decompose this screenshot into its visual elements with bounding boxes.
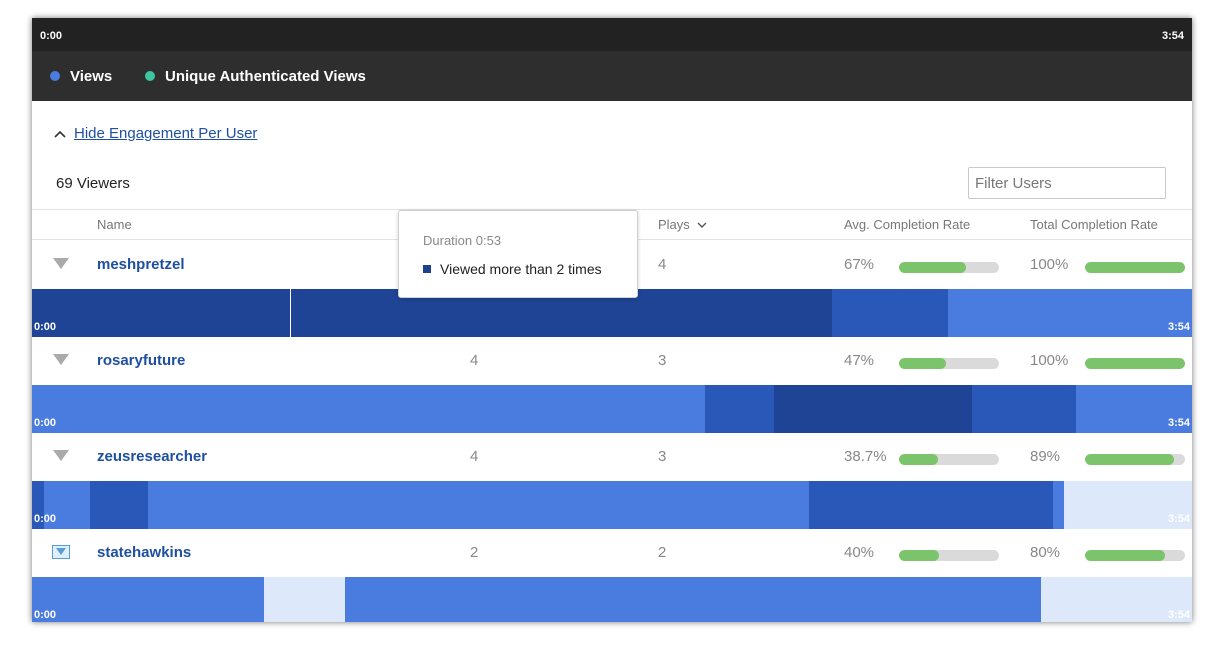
tooltip-legend: Viewed more than 2 times	[423, 261, 602, 277]
strip-start-time: 0:00	[34, 417, 57, 429]
total-completion-rate: 89%	[1030, 448, 1061, 465]
strip-start-time: 0:00	[34, 513, 57, 525]
heatmap-segment	[32, 385, 705, 433]
plays-count: 3	[658, 352, 667, 369]
user-name[interactable]: statehawkins	[97, 544, 191, 561]
strip-end-time: 3:54	[1167, 321, 1190, 333]
plays-count: 4	[658, 256, 667, 273]
total-completion-fill	[1085, 550, 1165, 561]
unique-views-dot-icon	[145, 71, 155, 81]
triangle-down-icon[interactable]	[52, 545, 70, 559]
total-completion-bar	[1085, 262, 1185, 273]
heatmap-segment	[948, 289, 1192, 337]
strip-end-time: 3:54	[1167, 513, 1190, 525]
views-dot-icon	[50, 71, 60, 81]
heatmap-segment	[809, 481, 1053, 529]
legend-item-views[interactable]: Views	[50, 51, 112, 101]
strip-end-time: 3:54	[1167, 417, 1190, 429]
square-swatch-icon	[423, 265, 431, 273]
avg-completion-fill	[899, 454, 938, 465]
user-name[interactable]: rosaryfuture	[97, 352, 185, 369]
user-name[interactable]: meshpretzel	[97, 256, 185, 273]
heatmap-segment	[345, 577, 1041, 622]
col-plays-label: Plays	[658, 217, 690, 232]
tooltip-legend-text: Viewed more than 2 times	[440, 261, 602, 277]
col-name[interactable]: Name	[97, 210, 132, 239]
table-row: statehawkins 2 2 40% 80%	[32, 529, 1192, 577]
avg-completion-fill	[899, 262, 966, 273]
legend-label: Views	[70, 67, 113, 85]
tooltip-duration: Duration 0:53	[423, 233, 502, 248]
total-completion-fill	[1085, 454, 1174, 465]
timeline-end: 3:54	[1161, 30, 1184, 42]
heatmap-segment	[1053, 481, 1064, 529]
video-analytics-panel: 0:00 3:54 Views Unique Authenticated Vie…	[32, 18, 1192, 622]
avg-completion-fill	[899, 550, 939, 561]
avg-completion-fill	[899, 358, 946, 369]
strip-start-time: 0:00	[34, 609, 57, 621]
triangle-down-icon[interactable]	[53, 258, 69, 269]
timeline-bar: 0:00 3:54	[32, 18, 1192, 51]
avg-completion-rate: 38.7%	[844, 448, 887, 465]
avg-completion-rate: 40%	[844, 544, 875, 561]
heatmap-segment	[264, 577, 345, 622]
views-count: 4	[470, 352, 479, 369]
views-count: 2	[470, 544, 479, 561]
total-completion-bar	[1085, 358, 1185, 369]
avg-completion-rate: 67%	[844, 256, 875, 273]
total-completion-rate: 80%	[1030, 544, 1061, 561]
plays-count: 3	[658, 448, 667, 465]
col-avg-completion[interactable]: Avg. Completion Rate	[844, 210, 970, 239]
user-name[interactable]: zeusresearcher	[97, 448, 207, 465]
avg-completion-bar	[899, 550, 999, 561]
heatmap-segment	[774, 385, 972, 433]
heatmap-segment	[90, 481, 148, 529]
heatmap-tooltip: Duration 0:53 Viewed more than 2 times	[398, 210, 638, 298]
strip-start-time: 0:00	[34, 321, 57, 333]
avg-completion-bar	[899, 358, 999, 369]
heatmap-segment	[32, 289, 290, 337]
col-plays[interactable]: Plays	[658, 210, 707, 239]
total-completion-bar	[1085, 550, 1185, 561]
col-total-completion[interactable]: Total Completion Rate	[1030, 210, 1158, 239]
heatmap-segment	[32, 577, 264, 622]
triangle-down-icon[interactable]	[53, 354, 69, 365]
legend-item-unique-views[interactable]: Unique Authenticated Views	[145, 51, 366, 101]
triangle-down-icon[interactable]	[53, 450, 69, 461]
total-completion-fill	[1085, 262, 1185, 273]
heatmap-segment	[972, 385, 1076, 433]
total-completion-fill	[1085, 358, 1185, 369]
table-row: rosaryfuture 4 3 47% 100%	[32, 337, 1192, 385]
viewers-count: 69 Viewers	[56, 175, 130, 192]
views-count: 4	[470, 448, 479, 465]
heatmap-segment	[832, 289, 948, 337]
table-row: zeusresearcher 4 3 38.7% 89%	[32, 433, 1192, 481]
user-heatmap-strip[interactable]: 0:00 3:54	[32, 577, 1192, 622]
total-completion-rate: 100%	[1030, 352, 1069, 369]
chevron-down-icon	[697, 222, 707, 228]
heatmap-segment	[705, 385, 774, 433]
strip-end-time: 3:54	[1167, 609, 1190, 621]
user-heatmap-strip[interactable]: 0:00 3:54	[32, 385, 1192, 433]
hide-engagement-toggle[interactable]: Hide Engagement Per User	[54, 125, 257, 142]
hide-engagement-label: Hide Engagement Per User	[74, 125, 258, 142]
avg-completion-rate: 47%	[844, 352, 875, 369]
timeline-start: 0:00	[40, 30, 63, 42]
chart-legend: Views Unique Authenticated Views	[32, 51, 1192, 101]
legend-label: Unique Authenticated Views	[165, 67, 366, 85]
avg-completion-bar	[899, 262, 999, 273]
chevron-up-icon	[54, 130, 66, 138]
heatmap-segment	[148, 481, 809, 529]
user-heatmap-strip[interactable]: 0:00 3:54	[32, 481, 1192, 529]
total-completion-rate: 100%	[1030, 256, 1069, 273]
filter-users-input[interactable]	[968, 167, 1166, 199]
total-completion-bar	[1085, 454, 1185, 465]
plays-count: 2	[658, 544, 667, 561]
avg-completion-bar	[899, 454, 999, 465]
